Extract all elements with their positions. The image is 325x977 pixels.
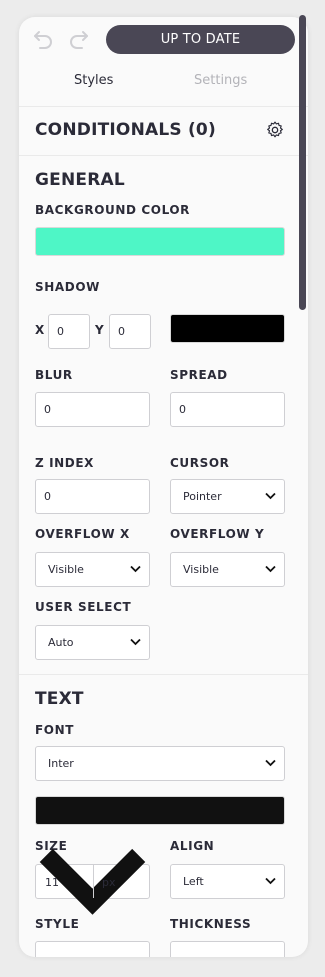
text-title: TEXT [35, 689, 84, 709]
style-select[interactable] [35, 941, 150, 957]
tab-settings[interactable]: Settings [194, 73, 247, 88]
user-select-label: USER SELECT [35, 600, 132, 614]
status-button[interactable]: UP TO DATE [106, 25, 295, 54]
cursor-select[interactable]: Pointer [170, 479, 285, 514]
redo-icon[interactable] [67, 27, 91, 51]
divider [19, 106, 308, 107]
chevron-down-icon [265, 565, 276, 573]
toolbar: UP TO DATE [19, 17, 308, 62]
overflow-x-label: OVERFLOW X [35, 527, 130, 541]
blur-label: BLUR [35, 368, 73, 382]
chevron-down-icon [130, 565, 141, 573]
align-select-value: Left [183, 875, 204, 888]
overflow-x-value: Visible [48, 563, 84, 576]
overflow-y-value: Visible [183, 563, 219, 576]
divider [19, 155, 308, 156]
zindex-input[interactable]: 0 [35, 479, 150, 514]
overflow-y-select[interactable]: Visible [170, 552, 285, 587]
conditionals-title: CONDITIONALS (0) [35, 120, 216, 140]
overflow-x-select[interactable]: Visible [35, 552, 150, 587]
tab-bar: Styles Settings [19, 71, 308, 107]
tab-styles[interactable]: Styles [74, 73, 113, 88]
style-label: STYLE [35, 917, 80, 931]
font-label: FONT [35, 723, 75, 737]
blur-input[interactable]: 0 [35, 392, 150, 427]
spread-input[interactable]: 0 [170, 392, 285, 427]
size-input[interactable]: 11 [45, 876, 59, 889]
size-control: 11 px [35, 849, 150, 916]
shadow-label: SHADOW [35, 280, 100, 294]
spread-label: SPREAD [170, 368, 228, 382]
chevron-down-icon [130, 638, 141, 646]
font-select-value: Inter [48, 757, 74, 770]
user-select-select[interactable]: Auto [35, 625, 150, 660]
thickness-label: THICKNESS [170, 917, 252, 931]
cursor-select-value: Pointer [183, 490, 222, 503]
gear-icon[interactable] [265, 120, 285, 140]
user-select-value: Auto [48, 636, 74, 649]
divider [19, 674, 308, 675]
shadow-color-swatch[interactable] [170, 314, 285, 343]
size-unit-select[interactable]: px [102, 876, 116, 889]
shadow-y-input[interactable]: 0 [109, 314, 151, 349]
chevron-down-icon [265, 759, 276, 767]
divider [93, 865, 94, 898]
cursor-label: CURSOR [170, 456, 230, 470]
general-title: GENERAL [35, 170, 125, 190]
background-color-label: BACKGROUND COLOR [35, 203, 191, 217]
align-select[interactable]: Left [170, 864, 285, 899]
chevron-down-icon [265, 877, 276, 885]
font-select[interactable]: Inter [35, 746, 285, 781]
font-color-swatch[interactable] [35, 796, 285, 825]
background-color-swatch[interactable] [35, 227, 285, 256]
shadow-x-label: X [35, 323, 45, 337]
shadow-x-input[interactable]: 0 [48, 314, 90, 349]
thickness-select[interactable] [170, 941, 285, 957]
chevron-down-icon [265, 492, 276, 500]
style-panel: UP TO DATE Styles Settings CONDITIONALS … [19, 17, 308, 957]
undo-icon[interactable] [31, 27, 55, 51]
overflow-y-label: OVERFLOW Y [170, 527, 265, 541]
align-label: ALIGN [170, 839, 215, 853]
zindex-label: Z INDEX [35, 456, 94, 470]
shadow-y-label: Y [95, 323, 104, 337]
scrollbar[interactable] [299, 15, 306, 310]
